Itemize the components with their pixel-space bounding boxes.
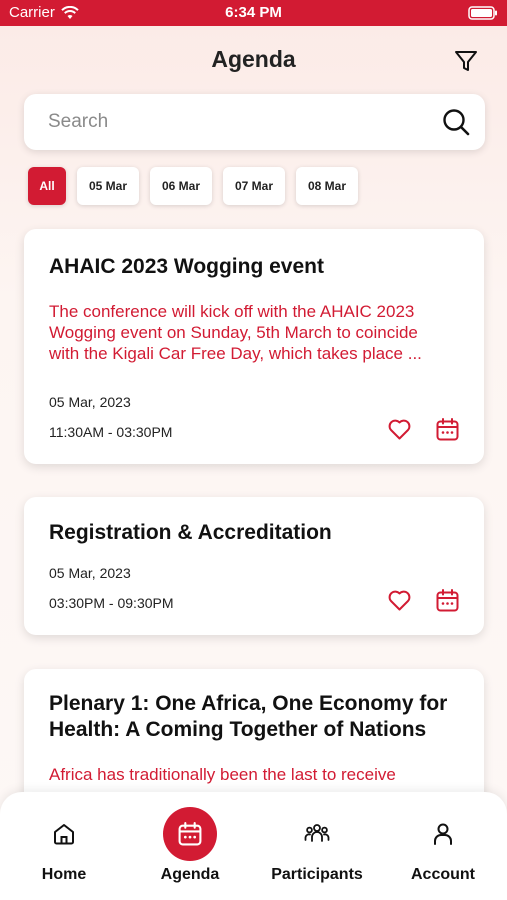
- calendar-icon[interactable]: [435, 417, 460, 442]
- event-card[interactable]: Registration & Accreditation 05 Mar, 202…: [24, 497, 484, 635]
- calendar-icon[interactable]: [435, 588, 460, 613]
- page-title: Agenda: [211, 46, 296, 72]
- event-title-line: Plenary 1: One Africa, One Economy for: [49, 692, 448, 715]
- bottom-navigation: Home Agenda Participants Account: [0, 792, 507, 900]
- event-description: Africa has traditionally been the last t…: [49, 764, 461, 785]
- event-title-line: Health: A Coming Together of Nations: [49, 718, 427, 741]
- date-chip-all[interactable]: All: [28, 167, 66, 205]
- search-icon[interactable]: [441, 107, 471, 137]
- event-description-line: Wogging event on Sunday, 5th March to co…: [49, 323, 418, 342]
- heart-icon[interactable]: [387, 588, 412, 613]
- event-card[interactable]: AHAIC 2023 Wogging event The conference …: [24, 229, 484, 464]
- event-title: Plenary 1: One Africa, One Economy for H…: [49, 691, 469, 743]
- search-input[interactable]: [48, 111, 441, 133]
- status-bar: Carrier 6:34 PM: [0, 0, 507, 26]
- account-icon: [434, 823, 452, 845]
- event-title: Registration & Accreditation: [49, 521, 332, 544]
- heart-icon[interactable]: [387, 417, 412, 442]
- date-chip-07-mar[interactable]: 07 Mar: [223, 167, 285, 205]
- event-time: 11:30AM - 03:30PM: [49, 424, 173, 440]
- account-icon-wrap: [416, 807, 470, 861]
- event-description: The conference will kick off with the AH…: [49, 301, 461, 364]
- event-actions: [387, 417, 460, 442]
- nav-label: Account: [411, 866, 475, 883]
- participants-icon-wrap: [290, 807, 344, 861]
- event-description-line: Africa has traditionally been the last t…: [49, 765, 396, 784]
- event-description-line: The conference will kick off with the AH…: [49, 302, 415, 321]
- search-bar: [24, 94, 485, 150]
- calendar-icon: [178, 822, 202, 846]
- event-description-line: with the Kigali Car Free Day, which take…: [49, 344, 422, 363]
- battery-icon: [468, 6, 497, 20]
- nav-item-account[interactable]: Account: [380, 792, 506, 900]
- nav-item-agenda[interactable]: Agenda: [127, 792, 253, 900]
- date-chip-05-mar[interactable]: 05 Mar: [77, 167, 139, 205]
- home-icon-wrap: [37, 807, 91, 861]
- event-title: AHAIC 2023 Wogging event: [49, 255, 324, 278]
- nav-label: Agenda: [160, 866, 220, 883]
- participants-icon: [304, 824, 330, 842]
- nav-label: Home: [41, 866, 87, 883]
- nav-item-home[interactable]: Home: [1, 792, 127, 900]
- filter-icon[interactable]: [453, 48, 479, 74]
- event-actions: [387, 588, 460, 613]
- status-time: 6:34 PM: [225, 4, 282, 21]
- calendar-icon-wrap: [163, 807, 217, 861]
- home-icon: [54, 824, 74, 845]
- event-date: 05 Mar, 2023: [49, 565, 131, 581]
- event-time: 03:30PM - 09:30PM: [49, 595, 174, 611]
- date-filter-bar: All 05 Mar 06 Mar 07 Mar 08 Mar: [28, 167, 358, 205]
- date-chip-08-mar[interactable]: 08 Mar: [296, 167, 358, 205]
- nav-item-participants[interactable]: Participants: [254, 792, 380, 900]
- event-date: 05 Mar, 2023: [49, 394, 131, 410]
- nav-label: Participants: [271, 866, 363, 883]
- date-chip-06-mar[interactable]: 06 Mar: [150, 167, 212, 205]
